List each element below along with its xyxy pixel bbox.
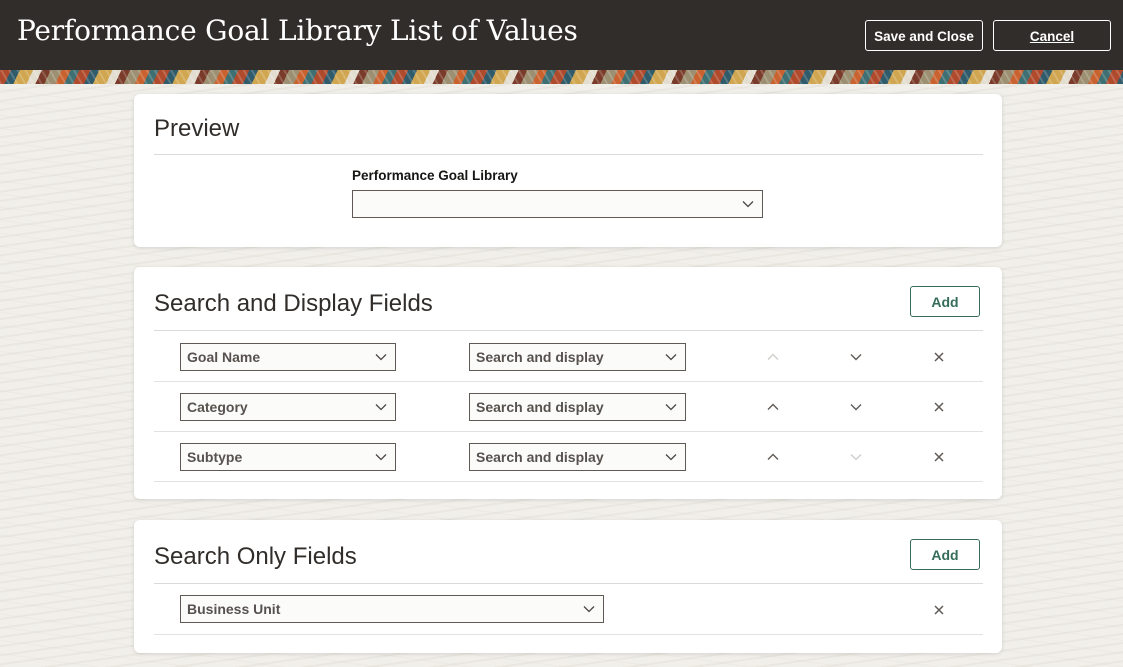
search-only-section-title: Search Only Fields: [154, 543, 357, 570]
preview-section-title: Preview: [154, 115, 240, 142]
field-select-category[interactable]: Category: [180, 393, 396, 421]
chevron-down-icon: [665, 394, 677, 420]
field-select-value: Business Unit: [187, 601, 281, 617]
move-up-button-category[interactable]: [763, 397, 783, 417]
move-down-button-goal-name[interactable]: [846, 347, 866, 367]
remove-button-business-unit[interactable]: [929, 600, 949, 620]
chevron-down-icon: [665, 444, 677, 470]
close-icon: [934, 352, 944, 362]
save-and-close-button[interactable]: Save and Close: [865, 20, 983, 51]
cancel-button-label: Cancel: [1029, 29, 1075, 44]
close-icon: [934, 605, 944, 615]
chevron-up-icon: [767, 353, 779, 360]
chevron-down-icon: [665, 344, 677, 370]
move-down-button-subtype[interactable]: [846, 447, 866, 467]
performance-goal-library-label: Performance Goal Library: [352, 168, 518, 183]
move-up-button-subtype[interactable]: [763, 447, 783, 467]
decorative-banner: [0, 70, 1123, 84]
field-select-value: Goal Name: [187, 349, 261, 365]
move-down-button-category[interactable]: [846, 397, 866, 417]
chevron-down-icon: [850, 454, 862, 461]
field-select-value: Subtype: [187, 449, 243, 465]
search-display-section-title: Search and Display Fields: [154, 290, 433, 317]
preview-card: Preview Performance Goal Library: [134, 94, 1002, 247]
page-title: Performance Goal Library List of Values: [17, 14, 578, 47]
chevron-down-icon: [375, 444, 387, 470]
chevron-up-icon: [767, 453, 779, 460]
chevron-down-icon: [850, 404, 862, 411]
chevron-down-icon: [742, 191, 754, 217]
close-icon: [934, 402, 944, 412]
row-separator: [154, 431, 983, 432]
cancel-button[interactable]: Cancel: [993, 20, 1111, 51]
remove-button-category[interactable]: [929, 397, 949, 417]
chevron-up-icon: [767, 403, 779, 410]
search-display-divider: [154, 330, 983, 331]
row-separator: [154, 381, 983, 382]
chevron-down-icon: [375, 344, 387, 370]
add-search-display-field-button[interactable]: Add: [910, 286, 980, 317]
search-only-fields-card: Search Only Fields Add Business Unit: [134, 520, 1002, 653]
performance-goal-library-select[interactable]: [352, 190, 763, 218]
chevron-down-icon: [375, 394, 387, 420]
row-separator: [154, 481, 983, 482]
search-only-divider: [154, 583, 983, 584]
field-select-business-unit[interactable]: Business Unit: [180, 595, 604, 623]
mode-select-category[interactable]: Search and display: [469, 393, 686, 421]
mode-select-goal-name[interactable]: Search and display: [469, 343, 686, 371]
remove-button-goal-name[interactable]: [929, 347, 949, 367]
field-select-goal-name[interactable]: Goal Name: [180, 343, 396, 371]
move-up-button-goal-name[interactable]: [763, 347, 783, 367]
mode-select-value: Search and display: [476, 349, 604, 365]
page-header: Performance Goal Library List of Values …: [0, 0, 1123, 70]
mode-select-value: Search and display: [476, 399, 604, 415]
field-select-subtype[interactable]: Subtype: [180, 443, 396, 471]
row-separator: [154, 634, 983, 635]
close-icon: [934, 452, 944, 462]
search-display-fields-card: Search and Display Fields Add Goal Name …: [134, 267, 1002, 499]
field-select-value: Category: [187, 399, 248, 415]
mode-select-value: Search and display: [476, 449, 604, 465]
preview-divider: [154, 154, 983, 155]
chevron-down-icon: [850, 354, 862, 361]
mode-select-subtype[interactable]: Search and display: [469, 443, 686, 471]
remove-button-subtype[interactable]: [929, 447, 949, 467]
add-search-only-field-button[interactable]: Add: [910, 539, 980, 570]
chevron-down-icon: [583, 596, 595, 622]
